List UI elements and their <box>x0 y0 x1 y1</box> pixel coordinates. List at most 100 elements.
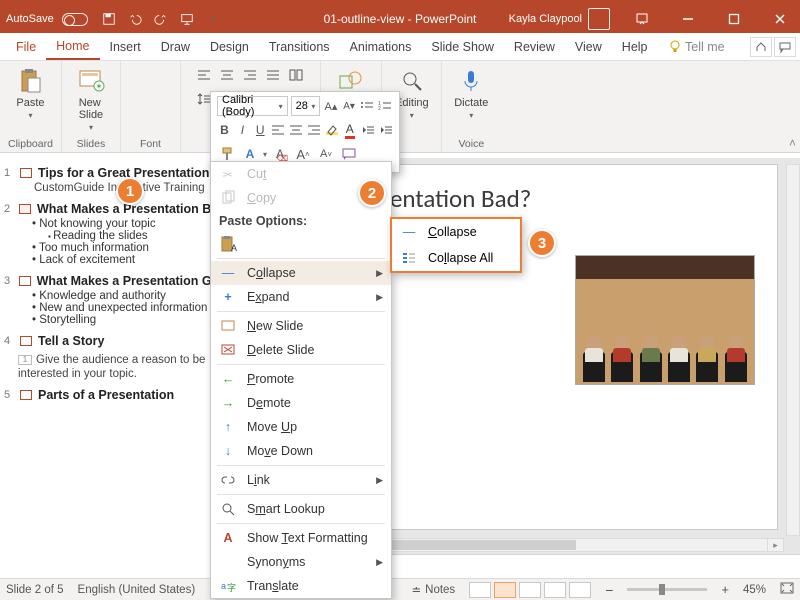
ctx-link[interactable]: Link▶ <box>211 468 391 492</box>
ctx-collapse[interactable]: —Collapse▶ <box>211 261 391 285</box>
align-right-icon[interactable] <box>307 120 322 140</box>
outline-slide-3[interactable]: 3 What Makes a Presentation Good? Knowle… <box>4 272 213 326</box>
font-size-select[interactable]: 28▾ <box>291 96 321 116</box>
share-button[interactable] <box>750 37 772 57</box>
lightbulb-icon <box>668 40 682 54</box>
align-right-icon[interactable] <box>240 65 260 85</box>
autosave-toggle[interactable] <box>62 13 88 26</box>
outline-view-icon[interactable] <box>494 582 516 598</box>
tab-transitions[interactable]: Transitions <box>259 33 340 60</box>
callout-badge-2: 2 <box>358 179 386 207</box>
zoom-slider[interactable] <box>627 588 707 591</box>
submenu-collapse[interactable]: —Collapse <box>392 219 520 245</box>
bold-icon[interactable]: B <box>217 120 232 140</box>
tab-slideshow[interactable]: Slide Show <box>421 33 504 60</box>
tab-view[interactable]: View <box>565 33 612 60</box>
tab-animations[interactable]: Animations <box>340 33 422 60</box>
columns-icon[interactable] <box>286 65 306 85</box>
move-down-icon: ↓ <box>219 442 237 460</box>
notes-toggle[interactable]: ≐ Notes <box>412 583 456 597</box>
qat-more-icon[interactable]: ▾ <box>202 8 224 30</box>
slideshow-view-icon[interactable] <box>569 582 591 598</box>
tab-insert[interactable]: Insert <box>100 33 151 60</box>
decrease-indent-icon[interactable] <box>360 120 375 140</box>
slide-image[interactable] <box>575 255 755 385</box>
reading-view-icon[interactable] <box>544 582 566 598</box>
submenu-collapse-all[interactable]: Collapse All <box>392 245 520 271</box>
zoom-in-button[interactable]: + <box>721 582 729 597</box>
demote-icon: → <box>219 394 237 412</box>
paste-button[interactable]: Paste ▾ <box>9 65 51 122</box>
ctx-show-text-formatting[interactable]: AShow Text Formatting <box>211 526 391 550</box>
start-slideshow-icon[interactable] <box>176 8 198 30</box>
title-bar: AutoSave ▾ 01-outline-view - PowerPoint … <box>0 5 800 33</box>
align-left-icon[interactable] <box>194 65 214 85</box>
outline-slide-1[interactable]: 1 Tips for a Great Presentation CustomGu… <box>4 164 213 194</box>
underline-icon[interactable]: U <box>253 120 268 140</box>
collapse-ribbon-icon[interactable]: ˄ <box>789 136 796 150</box>
ctx-delete-slide[interactable]: Delete Slide <box>211 338 391 362</box>
tab-file[interactable]: File <box>6 33 46 60</box>
close-icon[interactable] <box>760 5 800 33</box>
outline-slide-4[interactable]: 4 Tell a Story 1Give the audience a reas… <box>4 332 213 380</box>
tell-me-search[interactable]: Tell me <box>658 33 735 60</box>
language-status[interactable]: English (United States) <box>78 584 196 596</box>
ctx-expand[interactable]: +Expand▶ <box>211 285 391 309</box>
user-account[interactable]: Kayla Claypool <box>509 8 610 30</box>
ctx-move-down[interactable]: ↓Move Down <box>211 439 391 463</box>
tab-draw[interactable]: Draw <box>151 33 200 60</box>
new-slide-button[interactable]: ✶ New Slide ▾ <box>70 65 112 134</box>
find-icon <box>397 67 427 95</box>
increase-font-icon[interactable]: A▴ <box>323 96 338 116</box>
italic-icon[interactable]: I <box>235 120 250 140</box>
align-center-icon[interactable] <box>289 120 304 140</box>
zoom-out-button[interactable]: − <box>605 582 613 598</box>
tab-design[interactable]: Design <box>200 33 259 60</box>
outline-slide-2[interactable]: 2 What Makes a Presentation Bad? Not kno… <box>4 200 213 266</box>
font-name-select[interactable]: Calibri (Body)▾ <box>217 96 288 116</box>
ctx-new-slide[interactable]: New Slide <box>211 314 391 338</box>
ctx-promote[interactable]: ←Promote <box>211 367 391 391</box>
maximize-icon[interactable] <box>714 5 754 33</box>
slide-sorter-view-icon[interactable] <box>519 582 541 598</box>
ctx-move-up[interactable]: ↑Move Up <box>211 415 391 439</box>
user-avatar-icon <box>588 8 610 30</box>
vertical-scrollbar[interactable] <box>786 164 800 536</box>
slide-count[interactable]: Slide 2 of 5 <box>6 584 64 596</box>
bullets-icon[interactable] <box>360 96 375 116</box>
increase-indent-icon[interactable] <box>378 120 393 140</box>
normal-view-icon[interactable] <box>469 582 491 598</box>
save-icon[interactable] <box>98 8 120 30</box>
highlight-icon[interactable] <box>324 120 339 140</box>
scroll-right-icon[interactable]: ▸ <box>767 539 783 551</box>
ctx-demote[interactable]: →Demote <box>211 391 391 415</box>
comments-button[interactable] <box>774 37 796 57</box>
tab-review[interactable]: Review <box>504 33 565 60</box>
redo-icon[interactable] <box>150 8 172 30</box>
fit-to-window-icon[interactable] <box>780 582 794 597</box>
font-color-icon[interactable]: A <box>342 120 357 140</box>
tab-help[interactable]: Help <box>612 33 658 60</box>
ctx-synonyms[interactable]: Synonyms▶ <box>211 550 391 574</box>
undo-icon[interactable] <box>124 8 146 30</box>
new-slide-icon: ✶ <box>76 67 106 95</box>
slide-icon <box>19 204 31 214</box>
align-center-icon[interactable] <box>217 65 237 85</box>
svg-text:a: a <box>221 581 226 591</box>
ctx-translate[interactable]: a字Translate <box>211 574 391 598</box>
justify-icon[interactable] <box>263 65 283 85</box>
dictate-button[interactable]: Dictate ▾ <box>450 65 492 122</box>
outline-pane[interactable]: 1 Tips for a Great Presentation CustomGu… <box>0 158 216 578</box>
numbering-icon[interactable]: 12 <box>378 96 393 116</box>
ribbon-options-icon[interactable] <box>622 5 662 33</box>
tab-home[interactable]: Home <box>46 33 99 60</box>
align-left-icon[interactable] <box>271 120 286 140</box>
ctx-smart-lookup[interactable]: Smart Lookup <box>211 497 391 521</box>
minimize-icon[interactable] <box>668 5 708 33</box>
outline-slide-5[interactable]: 5 Parts of a Presentation <box>4 386 213 404</box>
context-menu: ✂Cut Copy Paste Options: A —Collapse▶ +E… <box>210 161 392 599</box>
zoom-level[interactable]: 45% <box>743 584 766 596</box>
ribbon: Paste ▾ Clipboard ✶ New Slide ▾ Slides F… <box>0 61 800 153</box>
ctx-paste-option[interactable]: A <box>211 232 391 256</box>
decrease-font-icon[interactable]: A▾ <box>342 96 357 116</box>
